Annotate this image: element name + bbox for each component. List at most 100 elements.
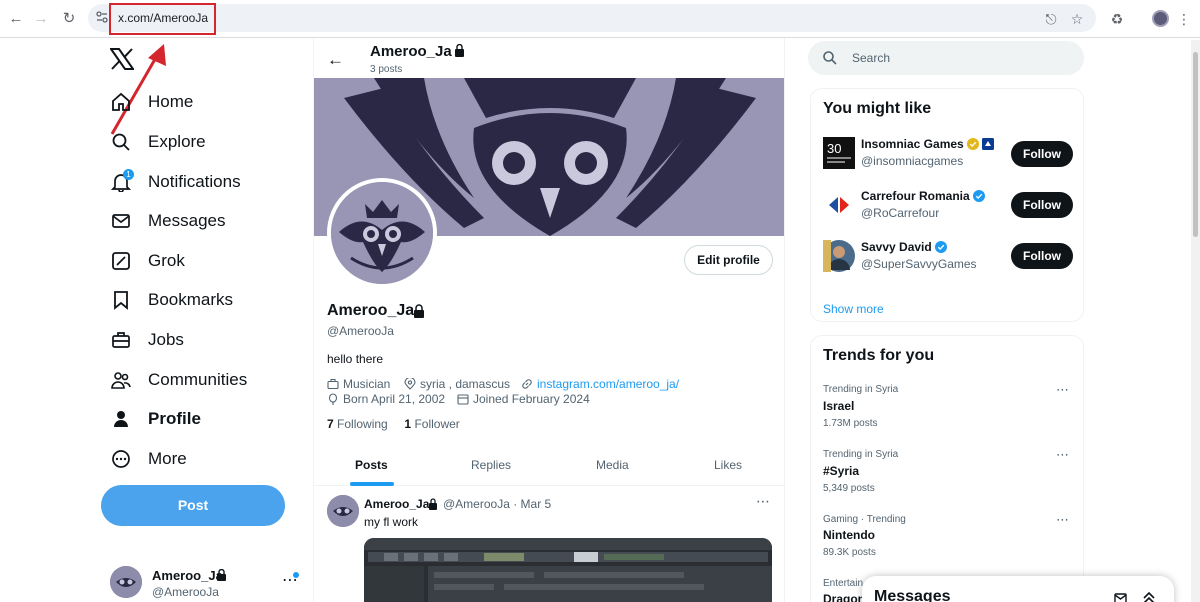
briefcase-icon bbox=[110, 329, 132, 351]
tab-replies[interactable]: Replies bbox=[471, 458, 511, 472]
reload-icon[interactable]: ↻ bbox=[59, 9, 79, 29]
tweet-text: my fl work bbox=[364, 515, 418, 529]
trends-card: Trends for you Trending in Syria Israel … bbox=[810, 335, 1084, 602]
x-logo-icon[interactable] bbox=[110, 48, 134, 70]
search-small-icon bbox=[823, 51, 837, 65]
account-avatar bbox=[110, 566, 142, 598]
nav-home[interactable]: Home bbox=[110, 87, 193, 117]
tab-media[interactable]: Media bbox=[596, 458, 629, 472]
followers-label: Follower bbox=[414, 417, 460, 431]
trend-more-icon[interactable]: ⋯ bbox=[1056, 447, 1069, 463]
insomniac-name-row[interactable]: Insomniac Games bbox=[861, 137, 994, 151]
nav-notifications[interactable]: 1 Notifications bbox=[110, 167, 241, 197]
forward-icon[interactable]: → bbox=[31, 9, 51, 29]
scrollbar-thumb[interactable] bbox=[1193, 52, 1198, 237]
savvy-name-row[interactable]: Savvy David bbox=[861, 240, 947, 254]
show-more-link[interactable]: Show more bbox=[823, 302, 884, 316]
profile-lock-icon bbox=[414, 304, 424, 318]
savvy-name: Savvy David bbox=[861, 240, 932, 254]
nav-communities[interactable]: Communities bbox=[110, 365, 247, 395]
profile-category: Musician bbox=[327, 377, 390, 391]
trend-context: Gaming · Trending bbox=[823, 514, 906, 525]
address-bar[interactable] bbox=[88, 4, 1096, 32]
tweet-meta: @AmerooJa · Mar 5 bbox=[443, 497, 552, 511]
category-text: Musician bbox=[343, 377, 391, 391]
search-box[interactable]: Search bbox=[808, 41, 1084, 75]
extensions-icon[interactable]: ♻ bbox=[1107, 9, 1127, 29]
link-icon bbox=[522, 379, 532, 389]
briefcase-small-icon bbox=[327, 378, 339, 390]
insomniac-name: Insomniac Games bbox=[861, 137, 964, 151]
carrefour-avatar[interactable] bbox=[823, 189, 855, 221]
back-icon[interactable]: ← bbox=[6, 9, 26, 29]
blue-verified-icon bbox=[972, 190, 985, 202]
bell-icon: 1 bbox=[110, 169, 134, 193]
browser-menu-icon[interactable]: ⋮ bbox=[1174, 9, 1194, 29]
back-arrow-icon[interactable]: ← bbox=[327, 50, 344, 70]
tab-likes[interactable]: Likes bbox=[714, 458, 742, 472]
search-icon bbox=[110, 131, 132, 153]
trends-title: Trends for you bbox=[823, 347, 935, 364]
following-label: Following bbox=[337, 417, 388, 431]
browser-profile-avatar[interactable] bbox=[1152, 10, 1169, 27]
tweet-more-icon[interactable]: ⋯ bbox=[756, 493, 770, 510]
nav-label-home: Home bbox=[148, 92, 194, 111]
trend-name[interactable]: Nintendo bbox=[823, 528, 875, 542]
nav-bookmarks[interactable]: Bookmarks bbox=[110, 285, 233, 315]
nav-grok[interactable]: Grok bbox=[110, 246, 185, 276]
account-handle: @AmerooJa bbox=[152, 585, 219, 599]
nav-label-profile: Profile bbox=[148, 409, 201, 428]
followers-count: 1 bbox=[404, 417, 412, 431]
post-button[interactable]: Post bbox=[101, 485, 285, 526]
tab-posts[interactable]: Posts bbox=[355, 458, 388, 472]
link-text[interactable]: instagram.com/ameroo_ja/ bbox=[537, 377, 679, 391]
url-text[interactable]: x.com/AmerooJa bbox=[118, 11, 208, 25]
profile-birthday: Born April 21, 2002 bbox=[327, 392, 445, 406]
profile-joined: Joined February 2024 bbox=[457, 392, 590, 406]
nav-more[interactable]: More bbox=[110, 444, 187, 474]
following-link[interactable]: 7 Following bbox=[327, 417, 388, 431]
nav-messages[interactable]: Messages bbox=[110, 206, 225, 236]
tweet-lock-icon bbox=[429, 498, 437, 510]
trend-name[interactable]: Dragon bbox=[823, 592, 865, 602]
tweet-media-screenshot[interactable] bbox=[364, 538, 772, 602]
bookmark-star-icon[interactable]: ☆ bbox=[1067, 9, 1087, 29]
trend-count: 5,349 posts bbox=[823, 483, 875, 494]
trend-more-icon[interactable]: ⋯ bbox=[1056, 512, 1069, 528]
edit-profile-button[interactable]: Edit profile bbox=[684, 245, 773, 275]
follow-button-savvy[interactable]: Follow bbox=[1011, 243, 1073, 269]
nav-explore[interactable]: Explore bbox=[110, 127, 206, 157]
profile-avatar[interactable] bbox=[327, 178, 437, 288]
trend-more-icon[interactable]: ⋯ bbox=[1056, 382, 1069, 398]
follow-button-insomniac[interactable]: Follow bbox=[1011, 141, 1073, 167]
messages-drawer[interactable]: Messages bbox=[862, 576, 1174, 602]
nav-profile[interactable]: Profile bbox=[110, 404, 201, 434]
profile-bio: hello there bbox=[327, 352, 384, 366]
location-pin-icon bbox=[404, 378, 416, 390]
follow-button-carrefour[interactable]: Follow bbox=[1011, 192, 1073, 218]
trend-name[interactable]: #Syria bbox=[823, 464, 859, 478]
install-icon[interactable]: ⎋ bbox=[1041, 9, 1061, 29]
account-switcher[interactable]: Ameroo_Ja @AmerooJa ⋯ bbox=[110, 564, 300, 602]
followers-link[interactable]: 1 Follower bbox=[404, 417, 459, 431]
search-placeholder: Search bbox=[852, 51, 891, 65]
trend-name[interactable]: Israel bbox=[823, 399, 854, 413]
insomniac-avatar[interactable]: 30 bbox=[823, 137, 855, 169]
trend-context: Entertain bbox=[823, 578, 864, 589]
expand-drawer-icon[interactable] bbox=[1142, 590, 1156, 602]
nav-label-bookmarks: Bookmarks bbox=[148, 290, 234, 309]
joined-text: Joined February 2024 bbox=[473, 392, 590, 406]
tweet-avatar[interactable] bbox=[327, 495, 359, 527]
nav-jobs[interactable]: Jobs bbox=[110, 325, 184, 355]
profile-link[interactable]: instagram.com/ameroo_ja/ bbox=[521, 377, 679, 391]
site-info-icon[interactable] bbox=[96, 11, 108, 23]
savvy-avatar[interactable] bbox=[823, 240, 855, 272]
tweet-author-name[interactable]: Ameroo_Ja bbox=[364, 497, 429, 511]
carrefour-name-row[interactable]: Carrefour Romania bbox=[861, 189, 985, 203]
savvy-handle: @SuperSavvyGames bbox=[861, 257, 977, 271]
new-message-icon[interactable] bbox=[1114, 591, 1128, 602]
profile-handle: @AmerooJa bbox=[327, 324, 394, 338]
follow-stats: 7 Following 1 Follower bbox=[327, 417, 460, 431]
lock-icon bbox=[217, 569, 226, 581]
nav-label-more: More bbox=[148, 449, 187, 468]
